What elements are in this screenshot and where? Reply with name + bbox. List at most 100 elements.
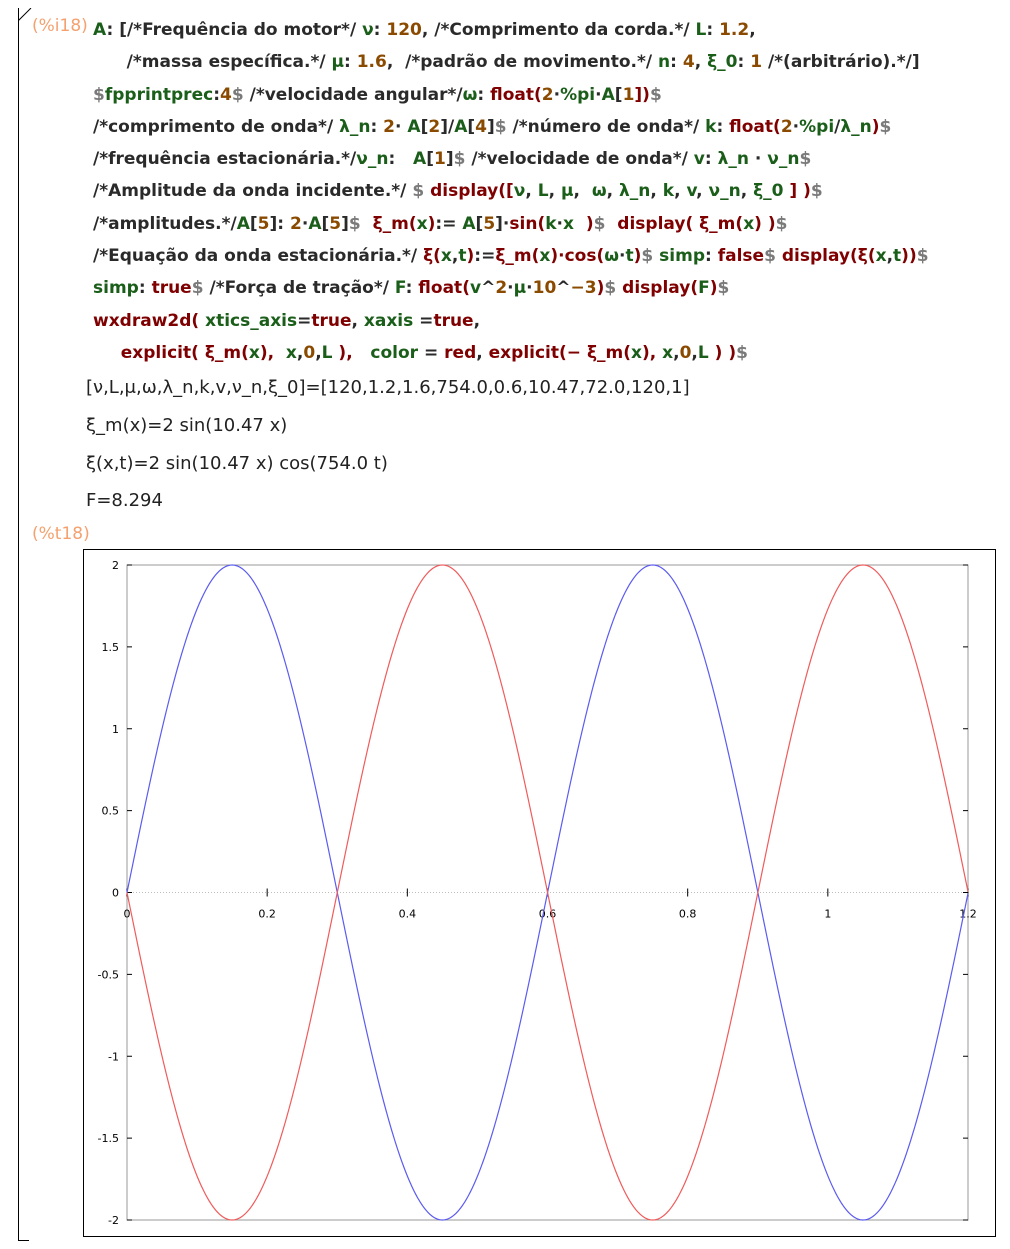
code-token: ( [462,278,470,299]
code-token: 5 [257,213,270,234]
code-token: := [435,213,463,234]
code-token: ( [241,342,249,363]
y-tick-label: 0.5 [102,805,120,818]
code-token: : [388,149,414,170]
y-tick-label: 2 [112,559,119,572]
code-token: A [93,20,107,40]
code-token: x [743,213,755,234]
code-token: −3 [570,278,597,299]
code-line[interactable]: A: [/*Frequência do motor*/ ν: 120, /*Co… [93,14,1008,46]
code-token: ( [408,213,417,234]
code-token: /*amplitudes.*/ [93,213,237,234]
code-line[interactable]: $fpprintprec:4$ /*velocidade angular*/ω:… [93,79,1008,111]
code-token: A [236,213,250,234]
code-token: A [601,84,615,105]
code-token: ν_n [708,181,741,202]
input-code-cell[interactable]: A: [/*Frequência do motor*/ ν: 120, /*Co… [93,14,1008,369]
code-token: ( [685,213,700,234]
code-token: : [138,278,152,299]
code-token: x [440,246,452,267]
code-token: ξ_m [699,213,736,234]
code-token: , [476,342,489,363]
code-token: 1 [622,84,635,105]
code-line[interactable]: /*Amplitude da onda incidente.*/ $ displ… [93,175,1008,207]
code-token: ξ_m [495,246,532,267]
input-label: (%i18) [32,16,88,36]
x-tick-label: 0.8 [679,908,697,921]
code-token: x [539,246,551,267]
code-token: , [696,181,709,202]
code-token: ( [191,342,205,363]
code-line[interactable]: /*amplitudes.*/A[5]: 2·A[5]$ ξ_m(x):= A[… [93,208,1008,240]
code-token: simp [659,246,705,267]
x-tick-label: 0 [124,908,131,921]
code-token: )· [550,246,565,267]
code-line[interactable]: /*Equação da onda estacionária.*/ ξ(x,t)… [93,240,1008,272]
code-token: 2 [290,213,302,234]
code-token: t [625,246,634,267]
code-token: A [454,116,468,137]
code-token: fpprintprec [104,84,214,105]
code-token: /*Amplitude da onda incidente.*/ [93,181,413,202]
code-token: 4 [475,116,487,137]
code-line[interactable]: /*frequência estacionária.*/ν_n: A[1]$ /… [93,143,1008,175]
code-token: n [658,52,671,73]
x-tick-label: 1 [824,908,831,921]
code-token: 2 [780,116,793,137]
code-token: , [674,181,687,202]
code-token: , [351,310,364,331]
code-token: ) ) [754,213,776,234]
code-token: ξ_m [586,342,624,363]
code-line[interactable]: simp: true$ /*Força de tração*/ F: float… [93,272,1008,304]
code-token: F [698,278,710,299]
code-line[interactable]: /*massa específica.*/ μ: 1.6, /*padrão d… [93,46,1008,78]
code-token: /*velocidade de onda*/ [465,149,694,170]
code-token: $ [604,278,617,299]
code-token: μ [513,278,527,299]
code-token: ( [433,246,441,267]
code-token: $ [231,84,244,105]
code-token: , [573,181,592,202]
code-token: k [662,181,675,202]
code-line[interactable]: explicit( ξ_m(x), x,0,L ), color = red, … [93,337,1008,369]
code-token: $ [494,116,507,137]
code-token: ν_n [356,149,389,170]
code-token: ^ [556,278,571,299]
code-token: $ [799,149,812,170]
code-token: ) ) [708,342,737,363]
code-token: L [695,20,707,40]
y-tick-label: 1 [112,723,119,736]
code-token: [ [467,116,476,137]
code-token: $ [736,342,748,363]
code-token: : [477,84,491,105]
code-token: : [704,149,718,170]
code-line[interactable]: /*comprimento de onda*/ λ_n: 2· A[2]/A[4… [93,111,1008,143]
code-token: ν_n [767,149,800,170]
y-tick-label: -0.5 [98,968,119,981]
x-tick-label: 1.2 [959,908,977,921]
code-line[interactable]: wxdraw2d( xtics_axis=true, xaxis =true, [93,305,1008,337]
code-token: ( [534,84,542,105]
code-token: $ [775,213,788,234]
code-token: ξ [857,246,868,267]
code-token: ( [623,342,631,363]
cell-bracket[interactable] [18,8,29,1241]
cell-bracket-corner [18,8,32,22]
code-token: ( [773,116,781,137]
code-token: ]/ [440,116,455,137]
code-token: x [631,342,642,363]
code-token: $ [348,213,361,234]
code-token: L [697,342,709,363]
code-token: %pi [560,84,596,105]
code-token: , [473,310,481,331]
code-token: x [248,342,260,363]
code-token: 120 [386,20,422,40]
code-token: A [407,116,421,137]
code-token: , /*padrão de movimento.*/ [386,52,659,73]
code-token: , [525,181,538,202]
code-token: $ [93,84,105,105]
code-token: x [875,246,887,267]
code-token: ] [445,149,454,170]
code-token: display [617,213,686,234]
